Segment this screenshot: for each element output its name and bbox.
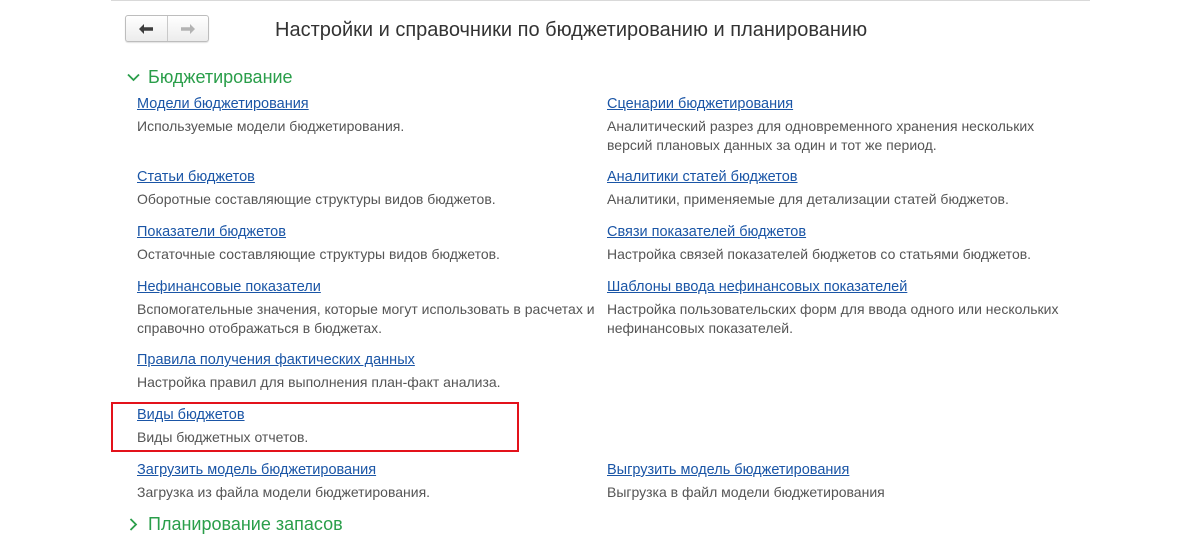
list-item: Правила получения фактических данных Нас… bbox=[137, 350, 607, 392]
link-load-model[interactable]: Загрузить модель бюджетирования bbox=[137, 460, 376, 480]
arrow-left-icon bbox=[139, 23, 154, 34]
link-budget-item-analytics[interactable]: Аналитики статей бюджетов bbox=[607, 167, 798, 187]
link-nonfinancial-indicators[interactable]: Нефинансовые показатели bbox=[137, 277, 321, 297]
group-inventory-planning[interactable]: Планирование запасов bbox=[127, 514, 343, 535]
chevron-right-icon bbox=[129, 518, 138, 531]
link-budget-items[interactable]: Статьи бюджетов bbox=[137, 167, 255, 187]
group-budgeting-label: Бюджетирование bbox=[148, 67, 293, 87]
list-item: Загрузить модель бюджетирования Загрузка… bbox=[137, 460, 607, 502]
item-description: Вспомогательные значения, которые могут … bbox=[137, 301, 595, 336]
group-inventory-planning-label: Планирование запасов bbox=[148, 514, 343, 534]
list-item: Связи показателей бюджетов Настройка свя… bbox=[607, 222, 1077, 264]
list-item: Модели бюджетирования Используемые модел… bbox=[137, 94, 607, 136]
forward-button[interactable] bbox=[166, 16, 209, 41]
list-item: Шаблоны ввода нефинансовых показателей Н… bbox=[607, 277, 1077, 338]
back-button[interactable] bbox=[126, 16, 167, 41]
item-description: Настройка связей показателей бюджетов со… bbox=[607, 246, 1032, 262]
group-budgeting[interactable]: Бюджетирование bbox=[127, 67, 293, 88]
item-description: Настройка правил для выполнения план-фак… bbox=[137, 374, 501, 390]
link-budget-scenarios[interactable]: Сценарии бюджетирования bbox=[607, 94, 793, 114]
page-title: Настройки и справочники по бюджетировани… bbox=[275, 19, 868, 41]
list-item: Нефинансовые показатели Вспомогательные … bbox=[137, 277, 607, 338]
list-item: Статьи бюджетов Оборотные составляющие с… bbox=[137, 167, 607, 209]
arrow-right-icon bbox=[180, 23, 195, 34]
list-item: Выгрузить модель бюджетирования Выгрузка… bbox=[607, 460, 1077, 502]
link-actual-data-rules[interactable]: Правила получения фактических данных bbox=[137, 350, 415, 370]
item-description: Выгрузка в файл модели бюджетирования bbox=[607, 484, 885, 500]
list-item: Сценарии бюджетирования Аналитический ра… bbox=[607, 94, 1077, 155]
link-indicator-links[interactable]: Связи показателей бюджетов bbox=[607, 222, 806, 242]
list-item: Аналитики статей бюджетов Аналитики, при… bbox=[607, 167, 1077, 209]
top-divider bbox=[111, 0, 1090, 1]
highlight-frame bbox=[111, 402, 519, 452]
item-description: Аналитики, применяемые для детализации с… bbox=[607, 191, 1009, 207]
item-description: Оборотные составляющие структуры видов б… bbox=[137, 191, 496, 207]
item-description: Используемые модели бюджетирования. bbox=[137, 118, 405, 134]
item-description: Остаточные составляющие структуры видов … bbox=[137, 246, 500, 262]
item-description: Настройка пользовательских форм для ввод… bbox=[607, 301, 1059, 336]
item-description: Загрузка из файла модели бюджетирования. bbox=[137, 484, 431, 500]
list-item: Показатели бюджетов Остаточные составляю… bbox=[137, 222, 607, 264]
chevron-down-icon bbox=[127, 73, 140, 82]
link-budget-models[interactable]: Модели бюджетирования bbox=[137, 94, 309, 114]
navigation-buttons bbox=[125, 15, 209, 42]
link-export-model[interactable]: Выгрузить модель бюджетирования bbox=[607, 460, 849, 480]
link-budget-indicators[interactable]: Показатели бюджетов bbox=[137, 222, 286, 242]
link-nonfinancial-templates[interactable]: Шаблоны ввода нефинансовых показателей bbox=[607, 277, 907, 297]
item-description: Аналитический разрез для одновременного … bbox=[607, 118, 1035, 153]
